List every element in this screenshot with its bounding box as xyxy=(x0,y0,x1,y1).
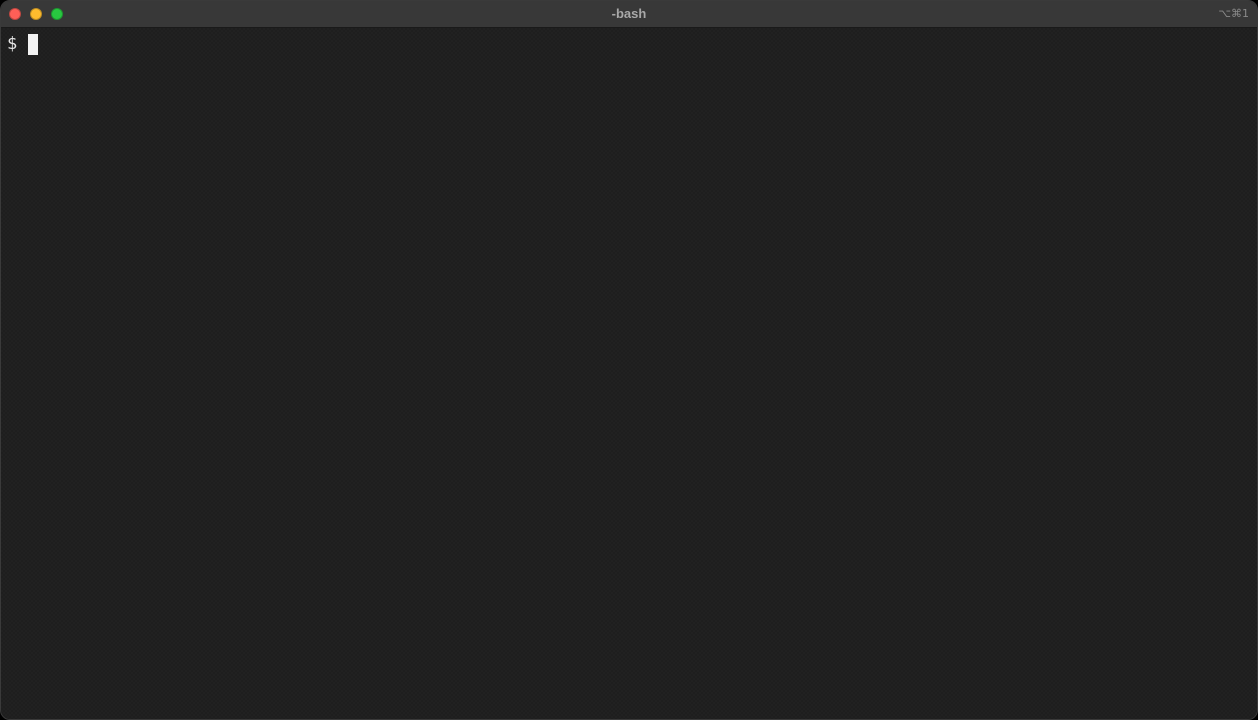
terminal-window: -bash ⌥⌘1 $ xyxy=(0,0,1258,720)
window-title: -bash xyxy=(611,6,647,21)
title-bar[interactable]: -bash ⌥⌘1 xyxy=(1,1,1257,28)
terminal-area[interactable]: $ xyxy=(1,28,1257,719)
text-cursor xyxy=(28,33,39,55)
shell-prompt: $ xyxy=(7,34,18,54)
prompt-line: $ xyxy=(7,33,1251,55)
tab-shortcut-label: ⌥⌘1 xyxy=(1218,7,1249,20)
